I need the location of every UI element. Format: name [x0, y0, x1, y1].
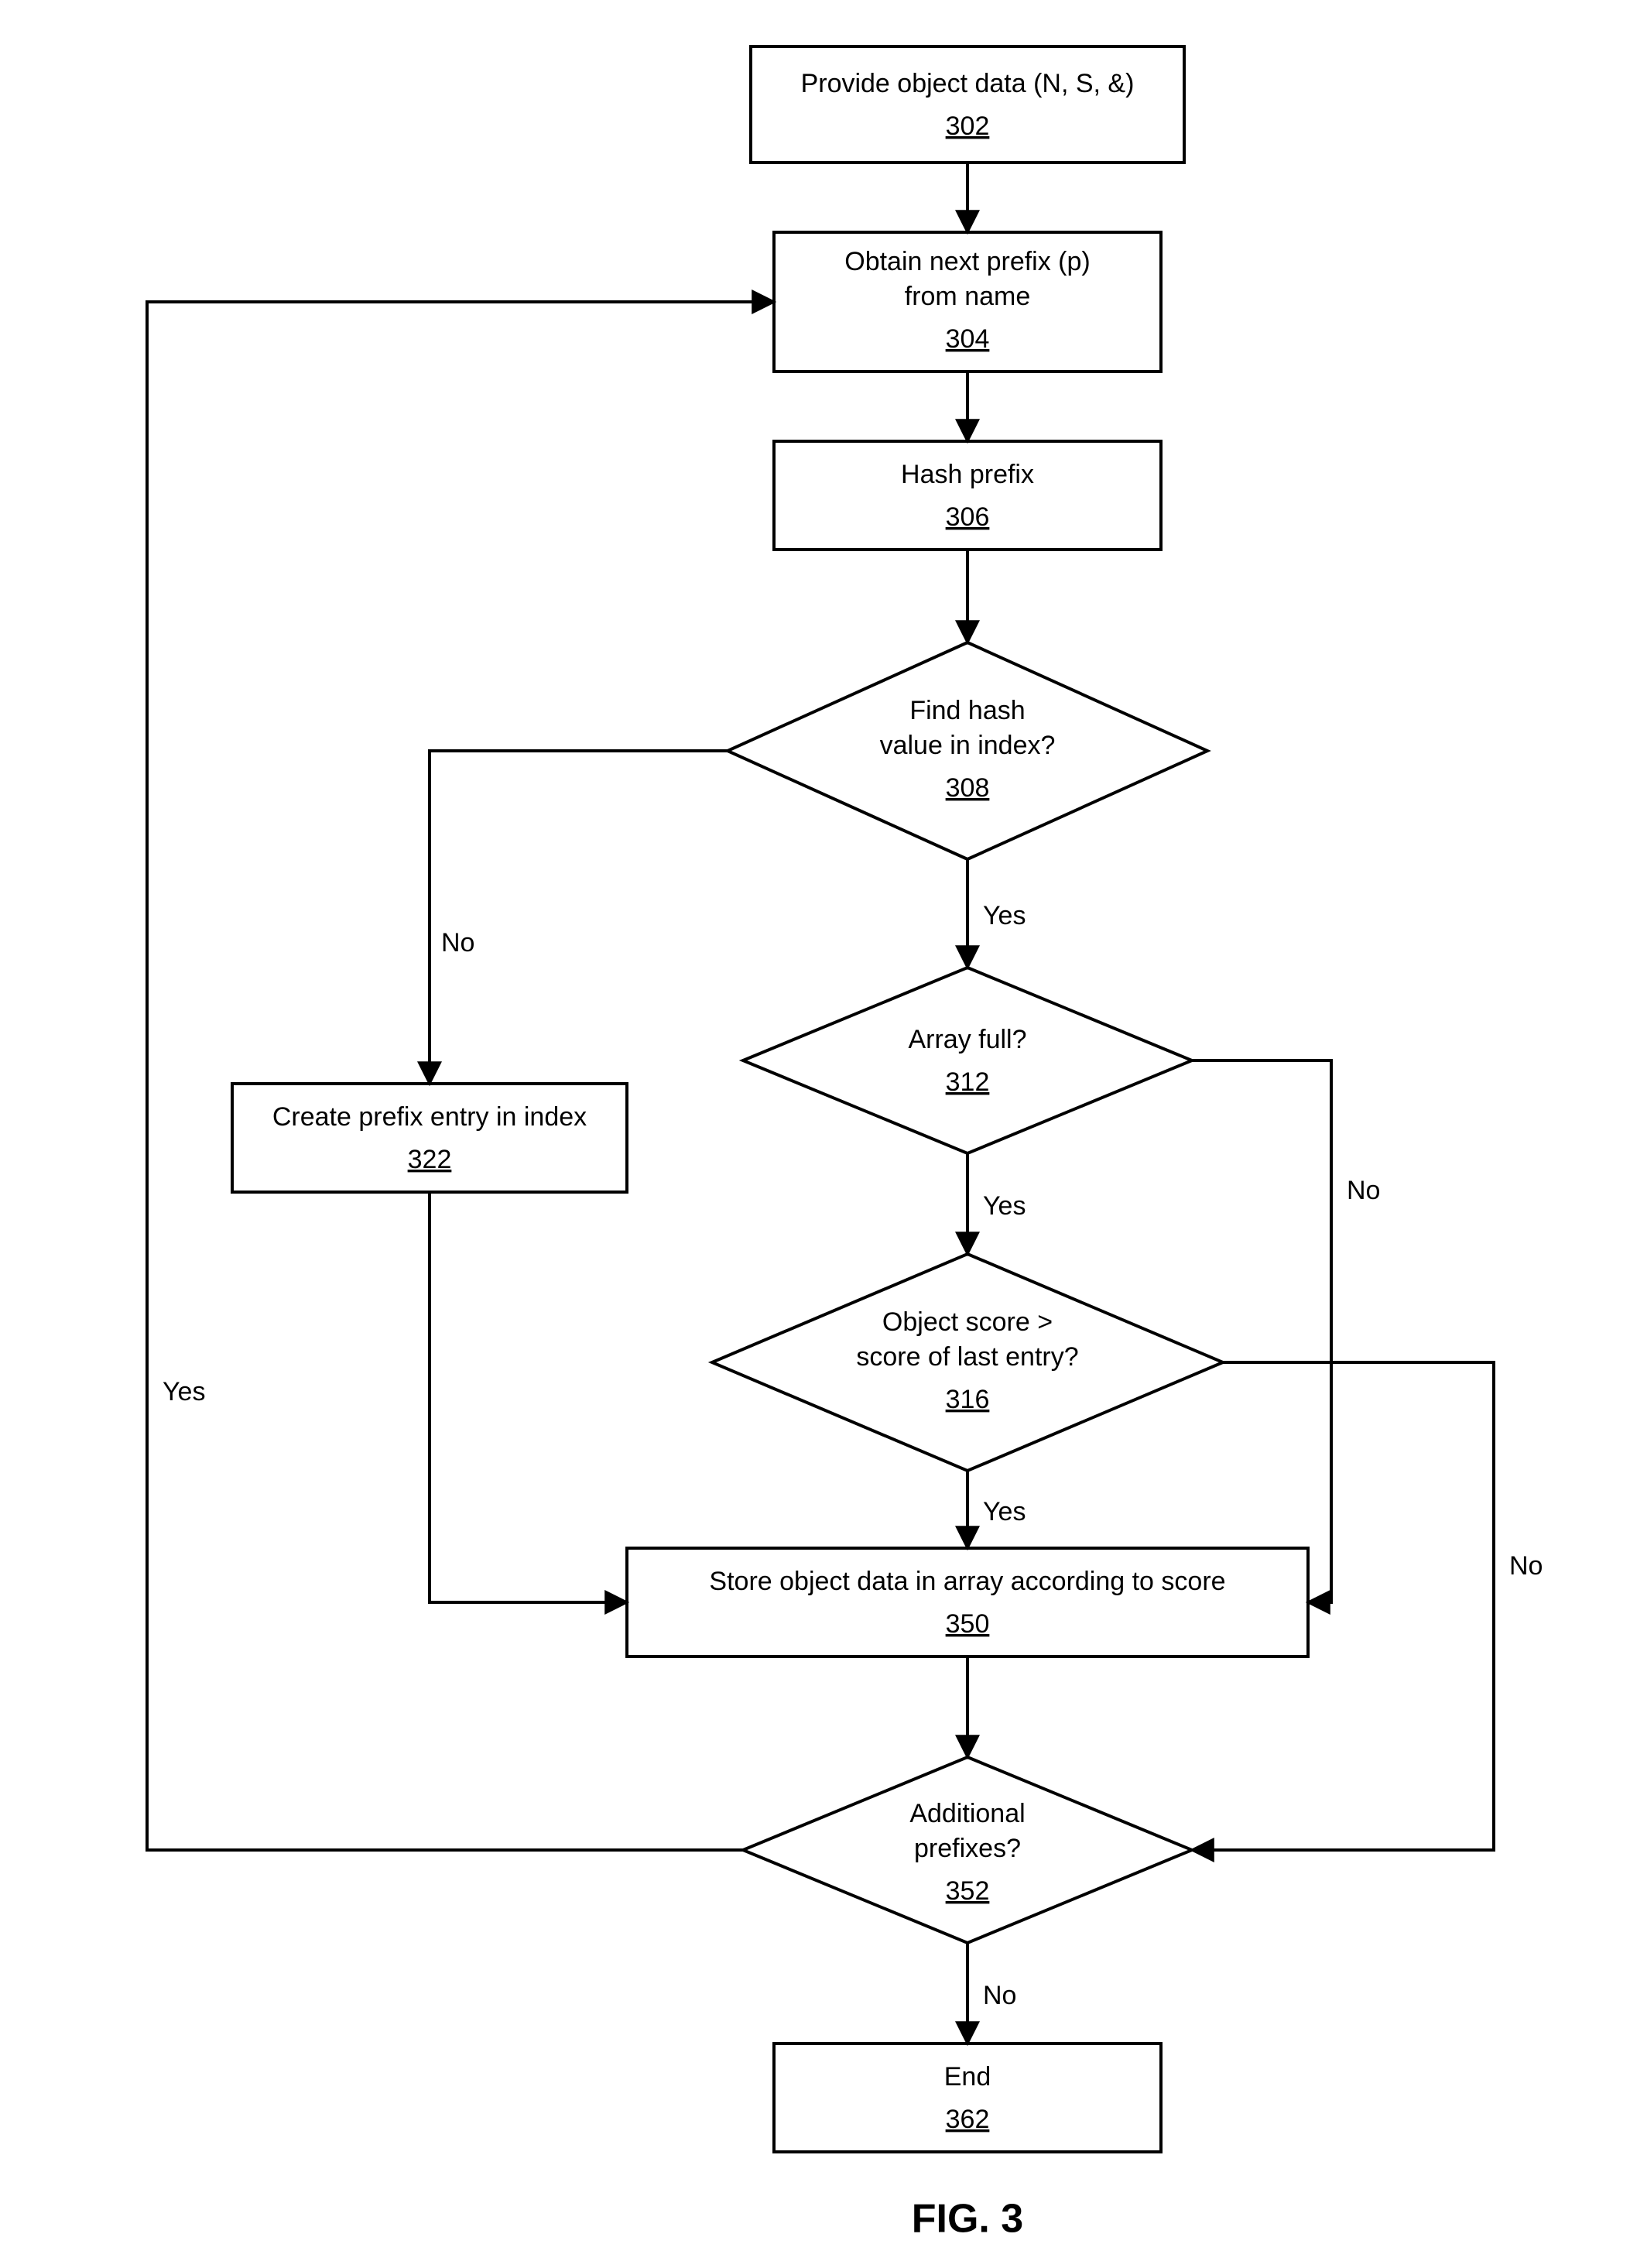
edge-312-no: No — [1347, 1176, 1380, 1205]
node-322-text: Create prefix entry in index — [272, 1102, 587, 1132]
node-306-text: Hash prefix — [901, 460, 1034, 489]
node-308-ref: 308 — [946, 773, 990, 803]
node-306-ref: 306 — [946, 502, 990, 532]
edge-316-yes: Yes — [983, 1497, 1026, 1526]
node-350-text: Store object data in array according to … — [709, 1567, 1225, 1596]
edge-312-yes: Yes — [983, 1191, 1026, 1221]
node-352-ref: 352 — [946, 1876, 990, 1906]
node-308-text1: Find hash — [909, 696, 1025, 725]
node-312-ref: 312 — [946, 1067, 990, 1097]
node-304-text2: from name — [905, 282, 1031, 311]
node-316-text2: score of last entry? — [856, 1342, 1078, 1372]
node-302-text: Provide object data (N, S, &) — [801, 69, 1135, 98]
edge-308-no: No — [441, 928, 474, 958]
node-352-text1: Additional — [909, 1799, 1025, 1828]
node-312-text: Array full? — [908, 1025, 1026, 1054]
node-362-ref: 362 — [946, 2105, 990, 2134]
node-316-ref: 316 — [946, 1385, 990, 1414]
node-350-ref: 350 — [946, 1609, 990, 1639]
flowchart: Provide object data (N, S, &) 302 Obtain… — [0, 0, 1630, 2268]
node-322-ref: 322 — [408, 1145, 452, 1174]
edge-316-no: No — [1509, 1551, 1543, 1581]
node-304-ref: 304 — [946, 324, 990, 354]
edge-308-yes: Yes — [983, 901, 1026, 930]
node-304-text1: Obtain next prefix (p) — [844, 247, 1090, 276]
node-362-text: End — [944, 2062, 991, 2092]
node-308-text2: value in index? — [880, 731, 1056, 760]
node-352-text2: prefixes? — [914, 1834, 1021, 1863]
figure-label: FIG. 3 — [912, 2197, 1023, 2242]
edge-352-yes: Yes — [163, 1377, 205, 1406]
node-316-text1: Object score > — [882, 1307, 1053, 1337]
edge-352-no: No — [983, 1981, 1016, 2010]
node-302-ref: 302 — [946, 111, 990, 141]
